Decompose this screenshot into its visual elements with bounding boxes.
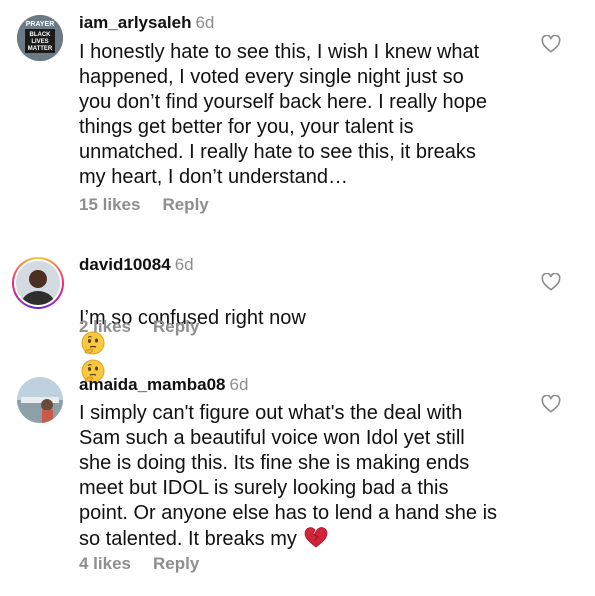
- comment-header: david10084 6d: [79, 255, 194, 275]
- comment-meta: 2 likes Reply: [79, 317, 199, 337]
- avatar-text-1: PRAYER: [26, 21, 55, 28]
- heart-outline-icon[interactable]: [541, 395, 561, 413]
- avatar-text-2: BLACK: [30, 32, 52, 38]
- comment-text: I simply can't figure out what's the dea…: [79, 401, 519, 552]
- avatar-image: [16, 261, 60, 305]
- heart-outline-icon[interactable]: [541, 35, 561, 53]
- reply-button[interactable]: Reply: [153, 317, 199, 337]
- comment-meta: 15 likes Reply: [79, 195, 209, 215]
- avatar-text-4: MATTER: [28, 46, 53, 52]
- avatar-image: [17, 377, 63, 423]
- likes-count[interactable]: 2 likes: [79, 317, 131, 337]
- reply-button[interactable]: Reply: [162, 195, 208, 215]
- avatar[interactable]: PRAYER BLACK LIVES MATTER: [17, 15, 63, 61]
- comment-text: I honestly hate to see this, I wish I kn…: [79, 41, 488, 188]
- timestamp: 6d: [229, 375, 249, 394]
- likes-count[interactable]: 4 likes: [79, 554, 131, 574]
- timestamp: 6d: [195, 13, 215, 32]
- heart-outline-icon[interactable]: [541, 273, 561, 291]
- username[interactable]: david10084: [79, 255, 171, 274]
- reply-button[interactable]: Reply: [153, 554, 199, 574]
- username[interactable]: amaida_mamba08: [79, 375, 225, 394]
- avatar-story-ring[interactable]: [12, 257, 64, 309]
- likes-count[interactable]: 15 likes: [79, 195, 140, 215]
- avatar[interactable]: [17, 377, 63, 423]
- comment-text-content: I simply can't figure out what's the dea…: [79, 402, 498, 550]
- comment-header: iam_arlysaleh 6d: [79, 13, 214, 33]
- timestamp: 6d: [174, 255, 194, 274]
- avatar: [16, 261, 60, 305]
- avatar-text-3: LIVES: [31, 39, 48, 45]
- comment-meta: 4 likes Reply: [79, 554, 199, 574]
- comment-header: amaida_mamba08 6d: [79, 375, 248, 395]
- username[interactable]: iam_arlysaleh: [79, 13, 191, 32]
- avatar-image: PRAYER BLACK LIVES MATTER: [17, 15, 63, 61]
- broken-heart-icon: [305, 527, 328, 548]
